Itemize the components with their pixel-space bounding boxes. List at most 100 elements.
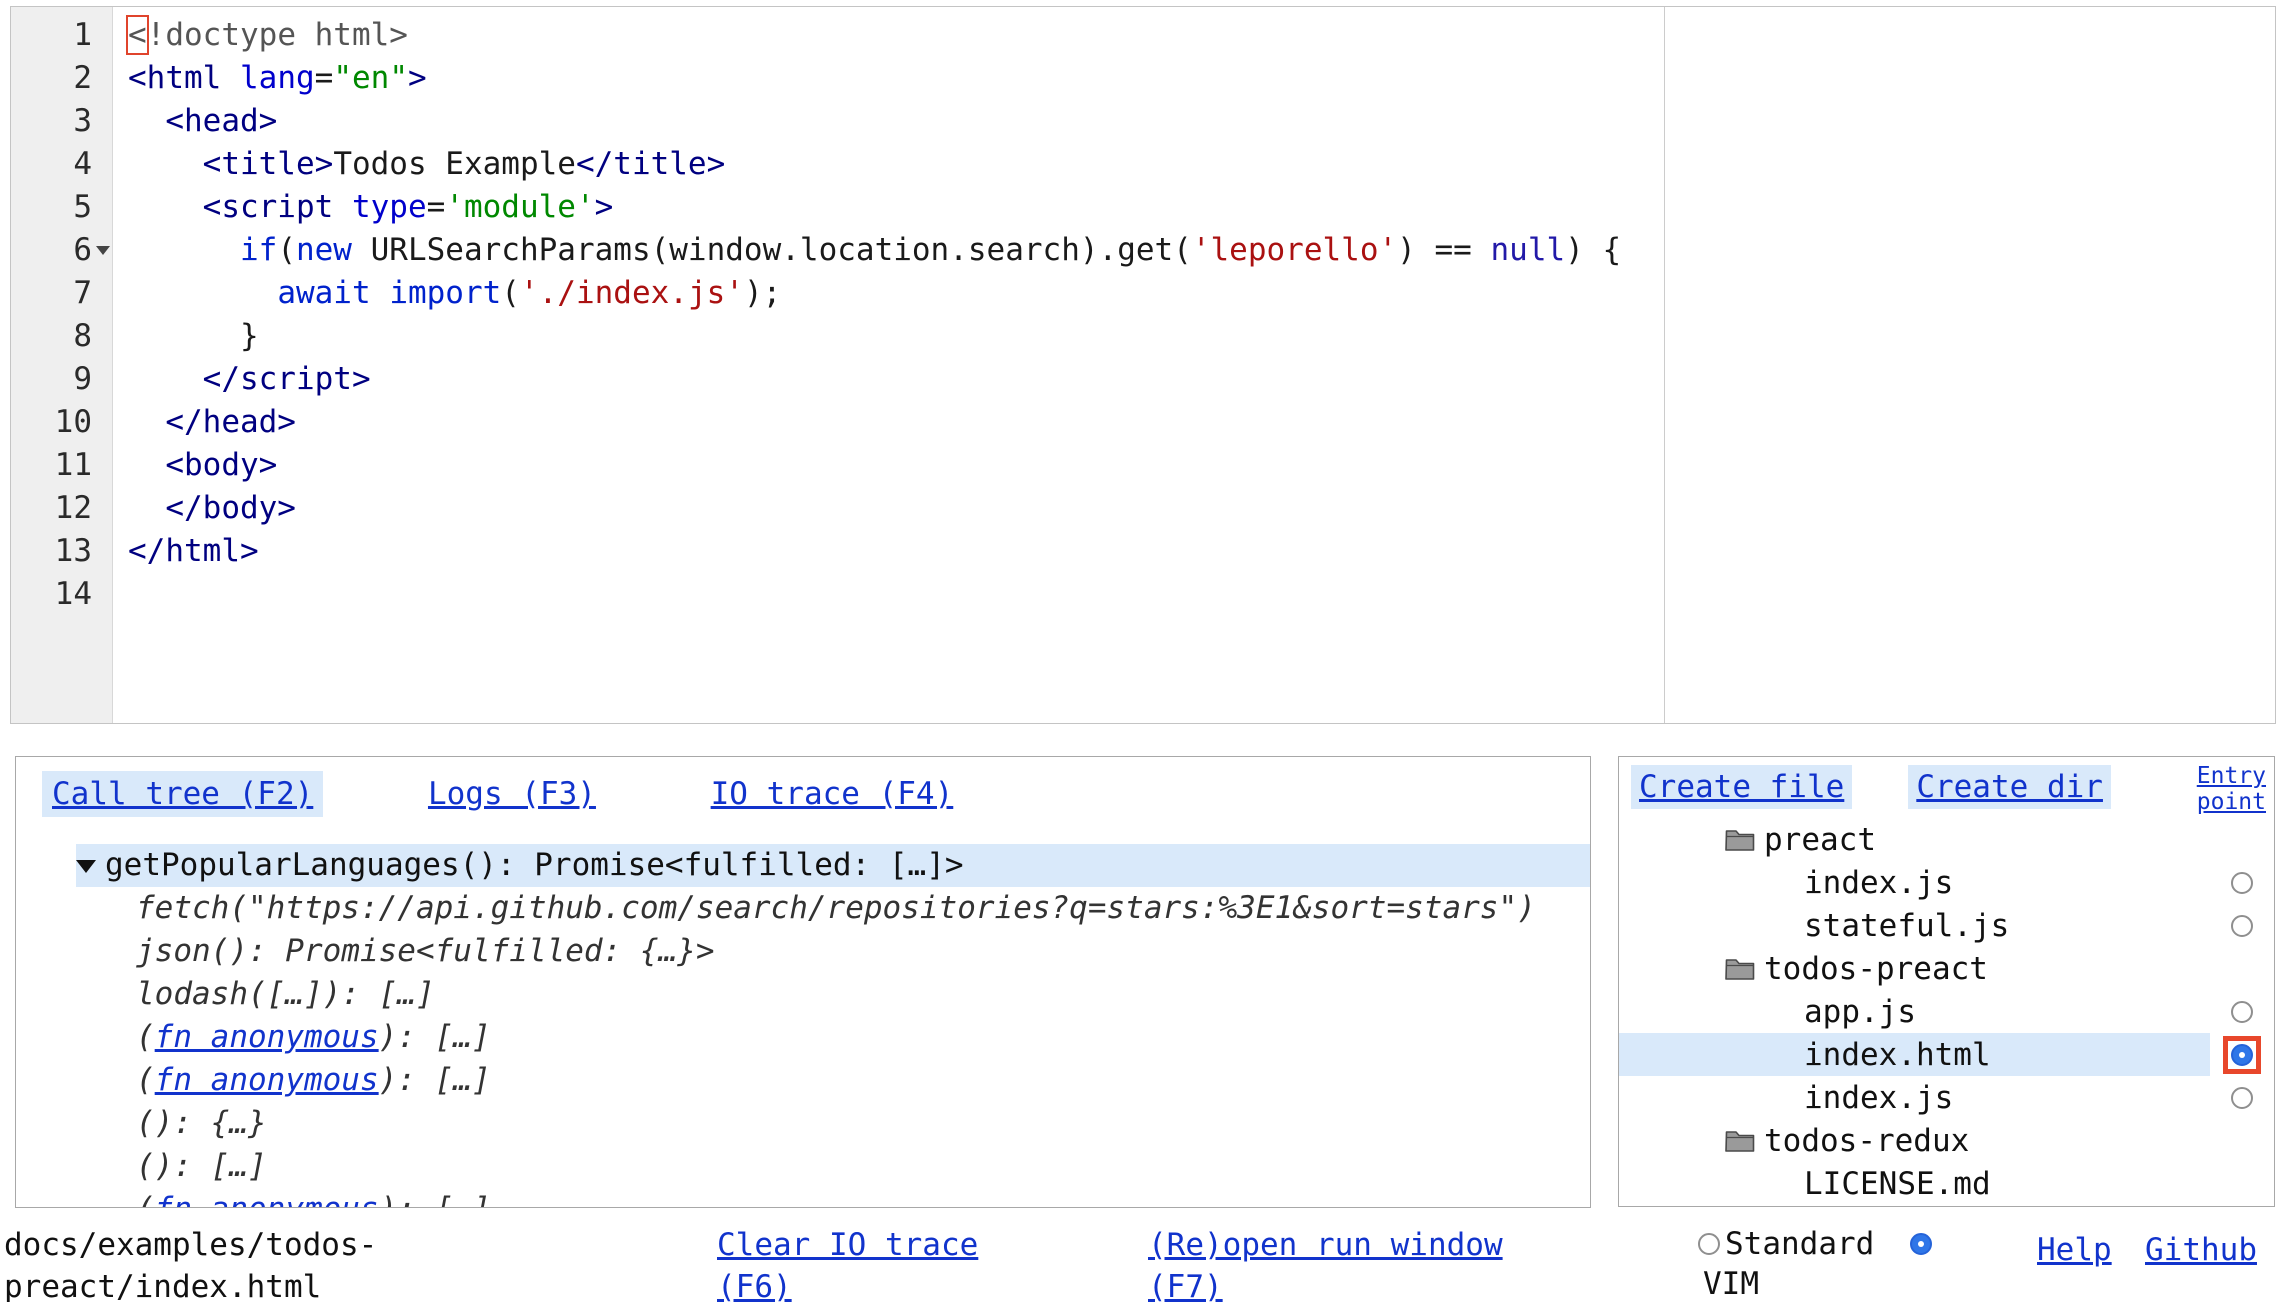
file-label: index.js	[1619, 1076, 2210, 1119]
entry-point-radio[interactable]	[2231, 872, 2253, 894]
code-line: </head>	[128, 401, 1664, 444]
code-line: }	[128, 315, 1664, 358]
entry-point-cell	[2210, 915, 2274, 937]
code-editor[interactable]: 1234567891011121314 <!doctype html><html…	[10, 6, 2276, 724]
entry-point-radio[interactable]	[2231, 915, 2253, 937]
code-line: </html>	[128, 530, 1664, 573]
code-line: if(new URLSearchParams(window.location.s…	[128, 229, 1664, 272]
code-line: <title>Todos Example</title>	[128, 143, 1664, 186]
entry-point-radio[interactable]	[2231, 1087, 2253, 1109]
calltree-row[interactable]: getPopularLanguages(): Promise<fulfilled…	[76, 844, 1590, 887]
file-row[interactable]: index.html	[1619, 1033, 2274, 1076]
fn-anonymous-link[interactable]: fn anonymous	[155, 1019, 379, 1055]
folder-icon	[1725, 1128, 1755, 1153]
file-label: todos-preact	[1619, 947, 2210, 990]
calltree-row[interactable]: (fn anonymous): […]	[136, 1188, 1590, 1207]
editor-empty-pane	[1664, 7, 2275, 723]
folder-icon	[1725, 827, 1755, 852]
line-number: 9	[11, 358, 112, 401]
files-header: Create file Create dir Entry point	[1631, 765, 2266, 815]
folder-row[interactable]: todos-preact	[1619, 947, 2274, 990]
entry-point-cell	[2210, 1001, 2274, 1023]
folder-icon	[1725, 956, 1755, 981]
code-line: <body>	[128, 444, 1664, 487]
editor-gutter: 1234567891011121314	[11, 7, 113, 723]
keyboard-mode-label-vim[interactable]: VIM	[1703, 1264, 1759, 1302]
fold-icon[interactable]	[96, 246, 110, 255]
line-number: 3	[11, 100, 112, 143]
tab-logs[interactable]: Logs (F3)	[418, 771, 606, 817]
line-number: 8	[11, 315, 112, 358]
entry-point-cell	[2210, 1036, 2274, 1074]
file-label: app.js	[1619, 990, 2210, 1033]
code-line	[128, 573, 1664, 616]
entry-point-cell	[2210, 872, 2274, 894]
calltree-row[interactable]: (): {…}	[136, 1102, 1590, 1145]
calltree-row[interactable]: json(): Promise<fulfilled: {…}>	[136, 930, 1590, 973]
file-row[interactable]: index.js	[1619, 1076, 2274, 1119]
file-label: LICENSE.md	[1619, 1162, 2210, 1205]
calltree-tabs: Call tree (F2) Logs (F3) IO trace (F4)	[42, 771, 1039, 817]
file-label: todos-redux	[1619, 1119, 2210, 1162]
code-line: await import('./index.js');	[128, 272, 1664, 315]
entry-point-cell	[2210, 1087, 2274, 1109]
file-row[interactable]: stateful.js	[1619, 904, 2274, 947]
code-line: </body>	[128, 487, 1664, 530]
status-bar: docs/examples/todos-preact/index.html Cl…	[0, 1224, 2288, 1302]
calltree-rows: getPopularLanguages(): Promise<fulfilled…	[16, 844, 1590, 1207]
line-number: 12	[11, 487, 112, 530]
current-file-path: docs/examples/todos-preact/index.html	[4, 1224, 384, 1302]
file-tree: preactindex.jsstateful.jstodos-preactapp…	[1619, 818, 2274, 1206]
entry-point-radio[interactable]	[2231, 1044, 2253, 1066]
file-row[interactable]: index.js	[1619, 861, 2274, 904]
line-number: 6	[11, 229, 112, 272]
tab-call-tree[interactable]: Call tree (F2)	[42, 771, 323, 817]
code-line: </script>	[128, 358, 1664, 401]
keyboard-mode-label-standard[interactable]: Standard	[1725, 1224, 1874, 1264]
folder-row[interactable]: preact	[1619, 818, 2274, 861]
line-number: 11	[11, 444, 112, 487]
line-number: 1	[11, 14, 112, 57]
keyboard-mode-radio[interactable]	[1698, 1233, 1720, 1255]
help-link[interactable]: Help	[2037, 1229, 2112, 1271]
reopen-run-window-button[interactable]: (Re)open run window (F7)	[1148, 1224, 1528, 1302]
github-link[interactable]: Github	[2145, 1229, 2257, 1271]
fn-anonymous-link[interactable]: fn anonymous	[155, 1191, 379, 1207]
line-number: 7	[11, 272, 112, 315]
collapse-arrow-icon[interactable]	[76, 860, 96, 873]
fn-anonymous-link[interactable]: fn anonymous	[155, 1062, 379, 1098]
code-line: <!doctype html>	[128, 14, 1664, 57]
calltree-row[interactable]: fetch("https://api.github.com/search/rep…	[136, 887, 1590, 930]
line-number: 13	[11, 530, 112, 573]
file-row[interactable]: app.js	[1619, 990, 2274, 1033]
folder-row[interactable]: todos-redux	[1619, 1119, 2274, 1162]
keyboard-mode-radio[interactable]	[1910, 1233, 1932, 1255]
keyboard-mode-group: Standard VIM	[1698, 1224, 1958, 1302]
code-line: <html lang="en">	[128, 57, 1664, 100]
create-file-button[interactable]: Create file	[1631, 765, 1852, 809]
screen: 1234567891011121314 <!doctype html><html…	[0, 0, 2288, 1302]
files-panel: Create file Create dir Entry point preac…	[1618, 756, 2275, 1207]
file-row[interactable]: LICENSE.md	[1619, 1162, 2274, 1205]
entry-point-header: Entry point	[2186, 763, 2266, 815]
calltree-row[interactable]: (fn anonymous): […]	[136, 1016, 1590, 1059]
entry-point-selection-box	[2223, 1036, 2261, 1074]
calltree-row[interactable]: (): […]	[136, 1145, 1590, 1188]
file-label: stateful.js	[1619, 904, 2210, 947]
line-number: 2	[11, 57, 112, 100]
line-number: 5	[11, 186, 112, 229]
line-number: 10	[11, 401, 112, 444]
calltree-panel: Call tree (F2) Logs (F3) IO trace (F4) g…	[15, 756, 1591, 1208]
entry-point-radio[interactable]	[2231, 1001, 2253, 1023]
create-dir-button[interactable]: Create dir	[1908, 765, 2111, 809]
line-number: 14	[11, 573, 112, 616]
calltree-row[interactable]: lodash([…]): […]	[136, 973, 1590, 1016]
code-line: <head>	[128, 100, 1664, 143]
editor-code[interactable]: <!doctype html><html lang="en"> <head> <…	[113, 7, 1664, 723]
calltree-row[interactable]: (fn anonymous): […]	[136, 1059, 1590, 1102]
clear-io-trace-button[interactable]: Clear IO trace (F6)	[717, 1224, 1047, 1302]
file-label: index.html	[1619, 1033, 2210, 1076]
line-number: 4	[11, 143, 112, 186]
file-label: preact	[1619, 818, 2210, 861]
tab-io-trace[interactable]: IO trace (F4)	[701, 771, 964, 817]
